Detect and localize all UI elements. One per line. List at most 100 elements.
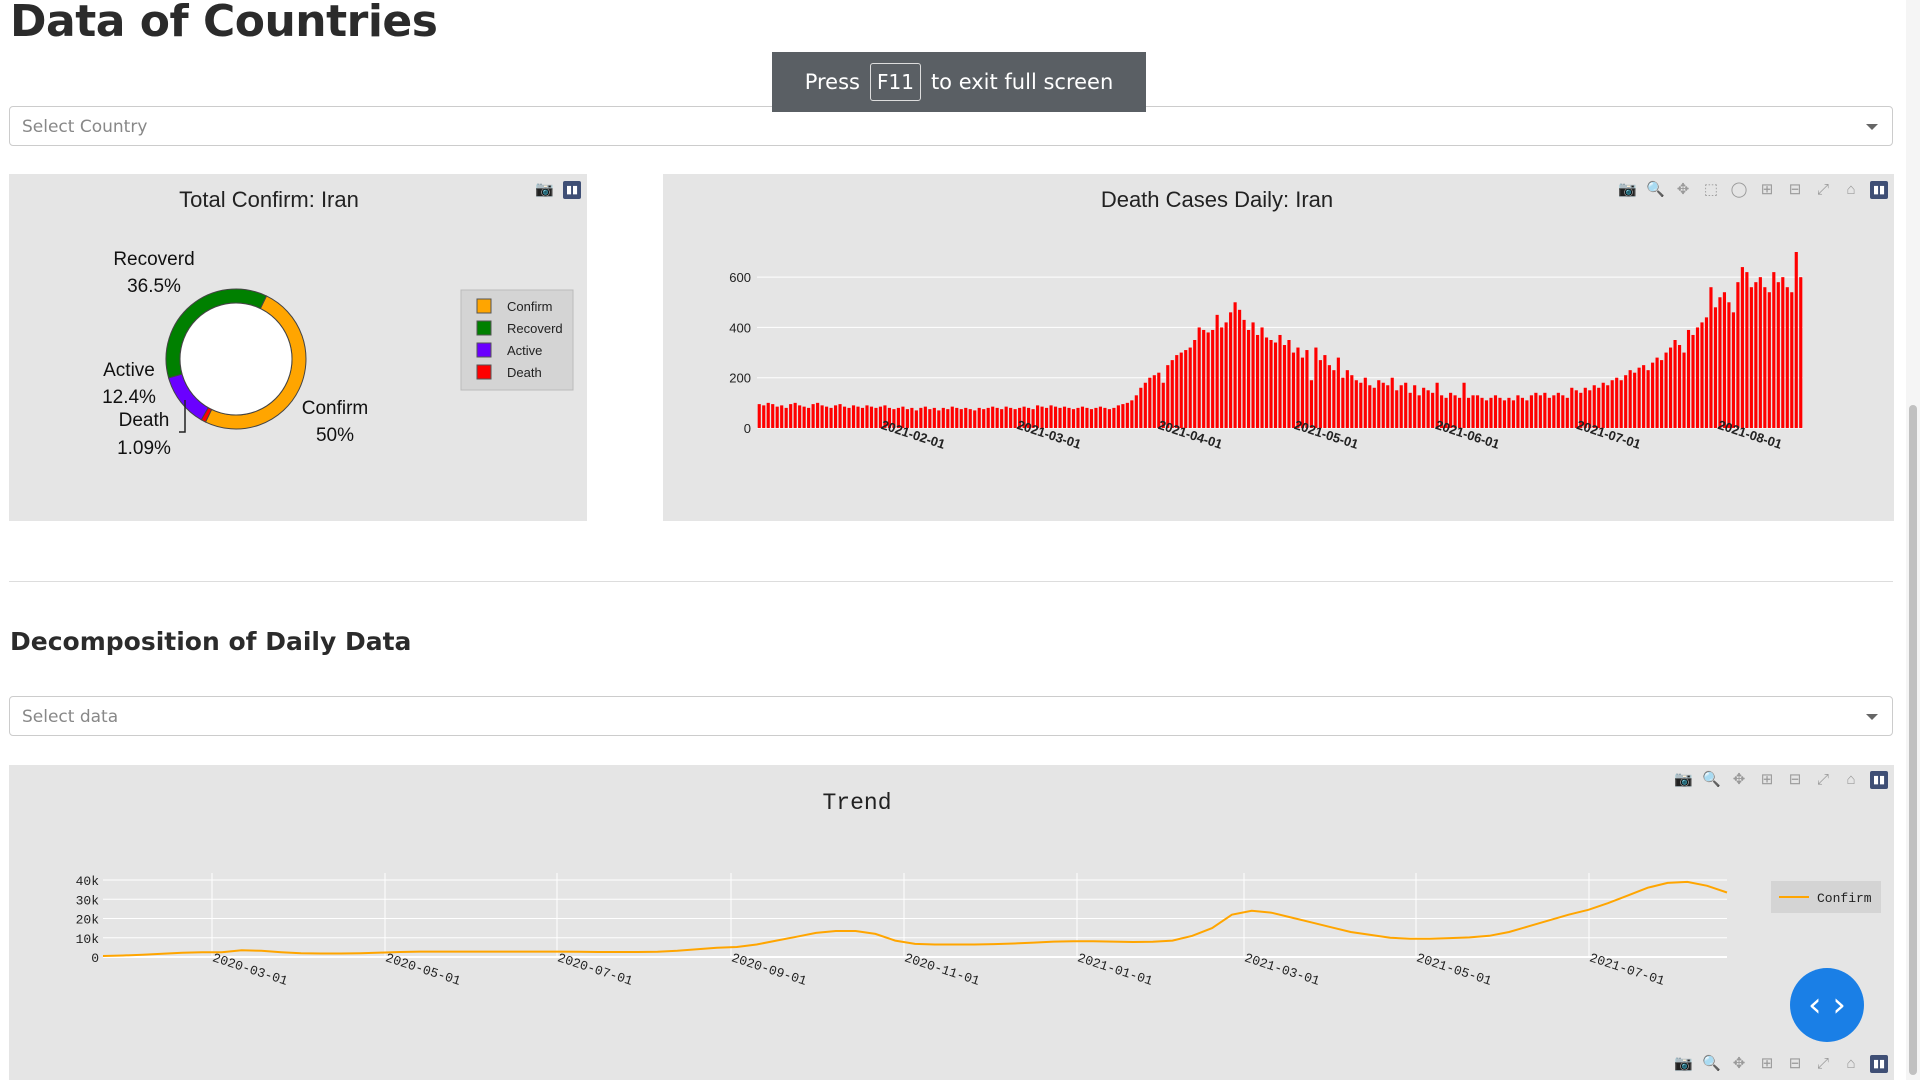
zoom-icon[interactable]: 🔍 bbox=[1646, 181, 1665, 199]
bar bbox=[1282, 345, 1287, 428]
bar bbox=[1323, 355, 1327, 428]
bar bbox=[1130, 400, 1134, 428]
bar bbox=[982, 409, 986, 428]
zoom-in-icon[interactable]: ⊞ bbox=[1758, 771, 1776, 789]
trend-legend-label[interactable]: Confirm bbox=[1817, 891, 1872, 906]
legend-label-active[interactable]: Active bbox=[507, 343, 542, 358]
bar bbox=[1255, 334, 1260, 428]
zoom-out-icon[interactable]: ⊟ bbox=[1786, 771, 1804, 789]
legend-label-recoverd[interactable]: Recoverd bbox=[507, 321, 563, 336]
legend-swatch-death[interactable] bbox=[476, 364, 492, 380]
bar bbox=[1332, 370, 1336, 428]
bar bbox=[1516, 395, 1520, 428]
toast-prefix: Press bbox=[804, 70, 860, 94]
camera-icon[interactable]: 📷 bbox=[535, 181, 554, 199]
pan-icon[interactable]: ✥ bbox=[1730, 771, 1748, 789]
bar-chart-title: Death Cases Daily: Iran bbox=[1101, 187, 1333, 212]
bar bbox=[1211, 329, 1215, 428]
plotly-logo-icon[interactable]: ▮▮ bbox=[1870, 771, 1888, 789]
bar bbox=[1264, 337, 1269, 428]
bar bbox=[1363, 377, 1367, 428]
slice-pct-recoverd: 36.5% bbox=[127, 276, 181, 297]
death-cases-panel: 📷 🔍 ✥ ⬚ ◯ ⊞ ⊟ ⤢ ⌂ ▮▮ Death Cases Daily: … bbox=[663, 174, 1894, 521]
autoscale-icon[interactable]: ⤢ bbox=[1814, 181, 1832, 199]
bar bbox=[1273, 342, 1278, 428]
bar bbox=[1278, 334, 1282, 428]
bar bbox=[991, 406, 995, 428]
chevron-down-icon[interactable] bbox=[1866, 124, 1878, 130]
trend-panel: 📷 🔍 ✥ ⊞ ⊟ ⤢ ⌂ ▮▮ 📷 🔍 ✥ ⊞ ⊟ ⤢ ⌂ ▮▮ Trend … bbox=[9, 765, 1894, 1080]
bar bbox=[1511, 400, 1516, 428]
zoom-icon[interactable]: 🔍 bbox=[1702, 1055, 1721, 1073]
bar bbox=[1390, 377, 1394, 428]
bar bbox=[1251, 322, 1255, 428]
plotly-logo-icon[interactable]: ▮▮ bbox=[563, 181, 581, 199]
bar bbox=[1749, 287, 1753, 428]
slice-label-active: Active bbox=[103, 360, 155, 381]
data-select[interactable]: Select data bbox=[9, 696, 1893, 736]
bar bbox=[1184, 350, 1188, 428]
pan-icon[interactable]: ✥ bbox=[1674, 181, 1692, 199]
bar bbox=[1475, 395, 1480, 428]
camera-icon[interactable]: 📷 bbox=[1674, 1055, 1693, 1073]
bar bbox=[1529, 395, 1533, 428]
bar bbox=[1341, 377, 1345, 428]
bar bbox=[1727, 302, 1731, 428]
bar bbox=[1776, 282, 1780, 428]
reset-axes-icon[interactable]: ⌂ bbox=[1842, 771, 1860, 789]
bar bbox=[955, 407, 959, 428]
trend-modebar: 📷 🔍 ✥ ⊞ ⊟ ⤢ ⌂ ▮▮ bbox=[1674, 771, 1888, 789]
bar bbox=[1691, 334, 1695, 428]
legend-label-confirm[interactable]: Confirm bbox=[507, 299, 553, 314]
bar bbox=[1327, 365, 1331, 428]
page-scrollbar[interactable] bbox=[1906, 0, 1920, 1080]
bar bbox=[1664, 352, 1668, 428]
pan-icon[interactable]: ✥ bbox=[1730, 1055, 1748, 1073]
bar bbox=[1758, 277, 1762, 428]
zoom-in-icon[interactable]: ⊞ bbox=[1758, 181, 1776, 199]
legend-swatch-recoverd[interactable] bbox=[476, 320, 492, 336]
bar bbox=[1233, 302, 1237, 428]
bar bbox=[1763, 287, 1767, 428]
bar bbox=[1260, 327, 1264, 428]
code-icon[interactable]: ‹ › bbox=[1790, 968, 1864, 1042]
bar bbox=[1134, 395, 1138, 428]
chevron-down-icon[interactable] bbox=[1866, 714, 1878, 720]
bar bbox=[1507, 397, 1511, 428]
bar bbox=[964, 407, 968, 428]
autoscale-icon[interactable]: ⤢ bbox=[1814, 771, 1832, 789]
bar bbox=[1296, 347, 1300, 428]
legend-label-death[interactable]: Death bbox=[507, 365, 542, 380]
camera-icon[interactable]: 📷 bbox=[1618, 181, 1637, 199]
lasso-select-icon[interactable]: ◯ bbox=[1730, 181, 1748, 199]
slice-pct-death: 1.09% bbox=[117, 438, 171, 459]
bar bbox=[865, 405, 869, 428]
camera-icon[interactable]: 📷 bbox=[1674, 771, 1693, 789]
bar bbox=[780, 405, 784, 428]
legend-swatch-active[interactable] bbox=[476, 342, 492, 358]
legend-swatch-confirm[interactable] bbox=[476, 298, 492, 314]
bar bbox=[1009, 407, 1013, 428]
reset-axes-icon[interactable]: ⌂ bbox=[1842, 181, 1860, 199]
zoom-in-icon[interactable]: ⊞ bbox=[1758, 1055, 1776, 1073]
bar bbox=[1695, 327, 1700, 428]
zoom-out-icon[interactable]: ⊟ bbox=[1786, 181, 1804, 199]
zoom-icon[interactable]: 🔍 bbox=[1702, 771, 1721, 789]
bar bbox=[1287, 340, 1291, 428]
country-select[interactable]: Select Country bbox=[9, 106, 1893, 146]
pie-chart-title: Total Confirm: Iran bbox=[179, 187, 359, 212]
bar bbox=[1642, 365, 1646, 428]
zoom-out-icon[interactable]: ⊟ bbox=[1786, 1055, 1804, 1073]
bar bbox=[1673, 340, 1677, 428]
box-select-icon[interactable]: ⬚ bbox=[1702, 181, 1720, 199]
scrollbar-thumb[interactable] bbox=[1909, 405, 1917, 1075]
bar bbox=[1098, 406, 1103, 428]
bar bbox=[1606, 385, 1610, 428]
bar bbox=[1291, 352, 1296, 428]
plotly-logo-icon[interactable]: ▮▮ bbox=[1870, 181, 1888, 199]
autoscale-icon[interactable]: ⤢ bbox=[1814, 1055, 1832, 1073]
bar bbox=[1745, 272, 1749, 428]
reset-axes-icon[interactable]: ⌂ bbox=[1842, 1055, 1860, 1073]
bar bbox=[914, 410, 918, 428]
plotly-logo-icon[interactable]: ▮▮ bbox=[1870, 1055, 1888, 1073]
